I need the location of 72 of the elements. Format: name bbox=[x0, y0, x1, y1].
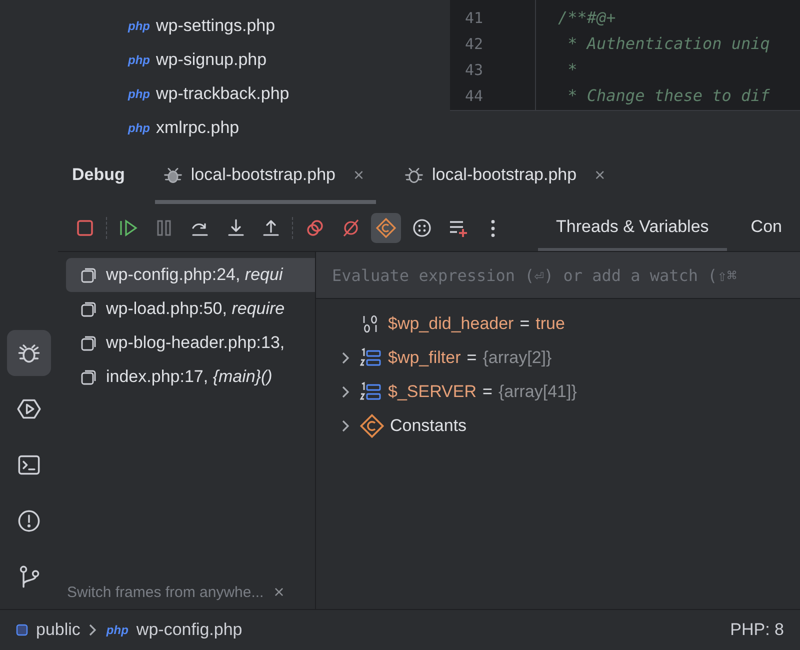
frame-icon bbox=[80, 368, 98, 386]
exclamation-icon bbox=[17, 509, 41, 533]
close-button[interactable]: × bbox=[270, 582, 288, 602]
frame-icon bbox=[80, 334, 98, 352]
session-tab[interactable]: local-bootstrap.php × bbox=[154, 146, 376, 204]
php-file-icon: php bbox=[128, 19, 150, 33]
frame-icon bbox=[80, 266, 98, 284]
line-number: 41 bbox=[464, 8, 483, 29]
terminal-icon bbox=[17, 453, 41, 477]
frame-label: wp-load.php:50, require bbox=[106, 299, 285, 319]
php-file-icon: php bbox=[128, 87, 150, 101]
constants-icon bbox=[360, 414, 384, 438]
panel-tab[interactable]: Con bbox=[732, 205, 800, 251]
panel-title: Debug bbox=[72, 165, 125, 185]
dots-circle-icon bbox=[412, 218, 432, 238]
line-number: 44 bbox=[464, 86, 483, 107]
equals-sign: = bbox=[520, 314, 530, 334]
close-button[interactable]: × bbox=[349, 164, 368, 186]
equals-sign: = bbox=[466, 348, 477, 368]
variable-value: true bbox=[536, 314, 565, 334]
php-file-icon: php bbox=[128, 53, 150, 67]
stack-frame[interactable]: wp-blog-header.php:13, bbox=[66, 326, 315, 360]
file-name[interactable]: wp-signup.php bbox=[156, 50, 267, 70]
stop-icon bbox=[74, 218, 95, 238]
step-into-icon bbox=[226, 218, 246, 238]
add-watch-icon bbox=[448, 218, 468, 238]
line-number: 43 bbox=[464, 60, 483, 81]
variable-value: {array[41]} bbox=[498, 382, 577, 402]
bug-icon bbox=[404, 165, 424, 185]
breakpoints-icon bbox=[304, 218, 325, 238]
bug-icon bbox=[162, 165, 183, 185]
frame-icon bbox=[80, 300, 98, 318]
equals-sign: = bbox=[482, 382, 492, 402]
variable-name: $wp_did_header bbox=[388, 314, 514, 334]
code-comment: * Change these to dif bbox=[566, 85, 770, 107]
frame-label: wp-blog-header.php:13, bbox=[106, 333, 285, 353]
branch-icon bbox=[17, 565, 41, 589]
code-comment: /**#@+ bbox=[558, 7, 617, 29]
resume-icon bbox=[118, 218, 138, 238]
step-out-icon bbox=[261, 218, 282, 238]
variable-value: {array[2]} bbox=[482, 348, 552, 368]
language-level[interactable]: PHP: 8 bbox=[730, 620, 784, 640]
debug-tool-button[interactable] bbox=[7, 330, 51, 376]
code-comment: * Authentication uniq bbox=[566, 33, 770, 55]
php-file-icon: php bbox=[106, 623, 128, 637]
play-hexagon-icon bbox=[17, 397, 41, 421]
variable-name: Constants bbox=[390, 416, 467, 436]
hint-text: Switch frames from anywhe... bbox=[67, 584, 264, 600]
close-button[interactable]: × bbox=[590, 164, 610, 186]
file-name[interactable]: wp-trackback.php bbox=[156, 84, 290, 104]
breadcrumb[interactable]: wp-config.php bbox=[136, 620, 242, 640]
code-comment: * bbox=[566, 59, 578, 81]
variable-name: $_SERVER bbox=[388, 382, 477, 402]
stack-frame[interactable]: wp-config.php:24, requi bbox=[66, 258, 315, 292]
file-name[interactable]: wp-settings.php bbox=[156, 16, 276, 36]
variable-name: $wp_filter bbox=[388, 348, 461, 368]
more-icon bbox=[491, 220, 496, 236]
stack-frame[interactable]: wp-load.php:50, require bbox=[66, 292, 315, 326]
constants-button[interactable] bbox=[371, 213, 402, 243]
file-name[interactable]: xmlrpc.php bbox=[156, 118, 240, 138]
mute-breakpoints-icon bbox=[340, 218, 360, 238]
evaluate-field[interactable]: Evaluate expression (⏎) or add a watch (⇧⌘ bbox=[316, 252, 800, 299]
php-file-icon: php bbox=[128, 121, 150, 135]
line-number: 42 bbox=[464, 34, 483, 55]
frame-label: wp-config.php:24, requi bbox=[106, 265, 283, 285]
constants-icon bbox=[376, 218, 396, 238]
chevron-icon bbox=[88, 623, 98, 637]
folder-icon bbox=[16, 624, 28, 636]
session-tab[interactable]: local-bootstrap.php × bbox=[396, 146, 618, 204]
frame-label: index.php:17, {main}() bbox=[106, 367, 272, 387]
breadcrumb[interactable]: public bbox=[36, 620, 80, 640]
stack-frame[interactable]: index.php:17, {main}() bbox=[66, 360, 315, 394]
